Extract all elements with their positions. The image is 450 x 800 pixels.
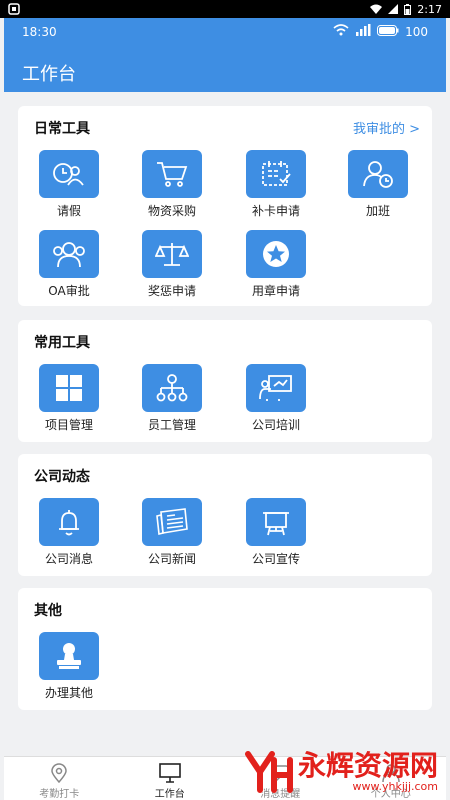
system-time: 2:17 (417, 2, 442, 16)
battery-level: 100 (405, 24, 428, 39)
system-wifi-icon (370, 4, 383, 14)
user-clock-icon (348, 150, 408, 198)
leave-icon (39, 150, 99, 198)
tool-overtime-label: 加班 (365, 204, 390, 218)
tool-handle-other[interactable]: 办理其他 (29, 632, 109, 701)
calendar-check-icon (246, 150, 306, 198)
tool-company-messages[interactable]: 公司消息 (29, 498, 109, 567)
tool-overtime[interactable]: 加班 (338, 150, 418, 219)
tool-seal-request[interactable]: 用章申请 (236, 230, 316, 299)
tool-company-promotion-label: 公司宣传 (251, 552, 300, 566)
app-screen: 18:30 100 工作台 日常工具 我审批的 > 请假 物资采购 补卡申请 加… (4, 18, 446, 800)
tool-staff-management[interactable]: 员工管理 (132, 364, 212, 433)
company-news-title: 公司动态 (34, 469, 90, 485)
tool-oa-approval-label: OA审批 (48, 284, 90, 298)
app-header: 18:30 100 工作台 (4, 18, 446, 92)
tool-company-training-label: 公司培训 (251, 418, 300, 432)
tool-purchase[interactable]: 物资采购 (132, 150, 212, 219)
system-logo (8, 3, 370, 15)
tab-workbench-label: 工作台 (154, 789, 185, 800)
company-news-card: 公司动态 公司消息 公司新闻 公司宣传 (18, 454, 432, 576)
system-battery-icon (404, 3, 412, 15)
tab-attendance[interactable]: 考勤打卡 (4, 757, 115, 800)
tool-company-news-label: 公司新闻 (147, 552, 196, 566)
tool-company-messages-label: 公司消息 (44, 552, 93, 566)
system-status-bar: 2:17 (0, 0, 450, 18)
monitor-icon (115, 763, 226, 783)
common-tools-title: 常用工具 (34, 335, 90, 351)
my-approvals-link[interactable]: 我审批的 > (353, 118, 420, 137)
grid-icon (39, 364, 99, 412)
daily-tools-title: 日常工具 (34, 121, 90, 137)
tool-project-management-label: 项目管理 (44, 418, 93, 432)
tool-staff-management-label: 员工管理 (147, 418, 196, 432)
tool-purchase-label: 物资采购 (147, 204, 196, 218)
bell-icon (39, 498, 99, 546)
tool-company-promotion[interactable]: 公司宣传 (236, 498, 316, 567)
scale-icon (142, 230, 202, 278)
other-card: 其他 办理其他 (18, 588, 432, 710)
tool-reward-punish-label: 奖惩申请 (147, 284, 196, 298)
tool-card-supplement-label: 补卡申请 (251, 204, 300, 218)
inner-status-time: 18:30 (22, 24, 57, 39)
stamp-icon (39, 632, 99, 680)
signal-icon (355, 24, 371, 39)
tool-oa-approval[interactable]: OA审批 (29, 230, 109, 299)
inner-status-bar: 18:30 100 (22, 24, 428, 39)
page-title: 工作台 (22, 64, 76, 85)
tool-seal-request-label: 用章申请 (251, 284, 300, 298)
tool-handle-other-label: 办理其他 (44, 686, 93, 700)
watermark: 永辉资源网 www.yhkjjj.com (244, 750, 438, 794)
watermark-text: 永辉资源网 (297, 748, 438, 782)
training-icon (246, 364, 306, 412)
other-title: 其他 (34, 603, 62, 619)
location-icon (4, 763, 115, 783)
org-chart-icon (142, 364, 202, 412)
star-badge-icon (246, 230, 306, 278)
system-signal-icon (388, 4, 399, 14)
tool-leave[interactable]: 请假 (29, 150, 109, 219)
tool-reward-punish[interactable]: 奖惩申请 (132, 230, 212, 299)
tool-company-news[interactable]: 公司新闻 (132, 498, 212, 567)
tool-card-supplement[interactable]: 补卡申请 (236, 150, 316, 219)
tab-workbench[interactable]: 工作台 (115, 757, 226, 800)
common-tools-card: 常用工具 项目管理 员工管理 公司培训 (18, 320, 432, 442)
tab-attendance-label: 考勤打卡 (39, 789, 80, 800)
wifi-icon (333, 24, 349, 39)
tool-leave-label: 请假 (56, 204, 81, 218)
battery-icon (377, 24, 399, 39)
tool-project-management[interactable]: 项目管理 (29, 364, 109, 433)
billboard-icon (246, 498, 306, 546)
cart-icon (142, 150, 202, 198)
daily-tools-card: 日常工具 我审批的 > 请假 物资采购 补卡申请 加班 OA审批 奖惩申请 用章… (18, 106, 432, 306)
watermark-logo (244, 751, 293, 793)
newspaper-icon (142, 498, 202, 546)
group-icon (39, 230, 99, 278)
tool-company-training[interactable]: 公司培训 (236, 364, 316, 433)
